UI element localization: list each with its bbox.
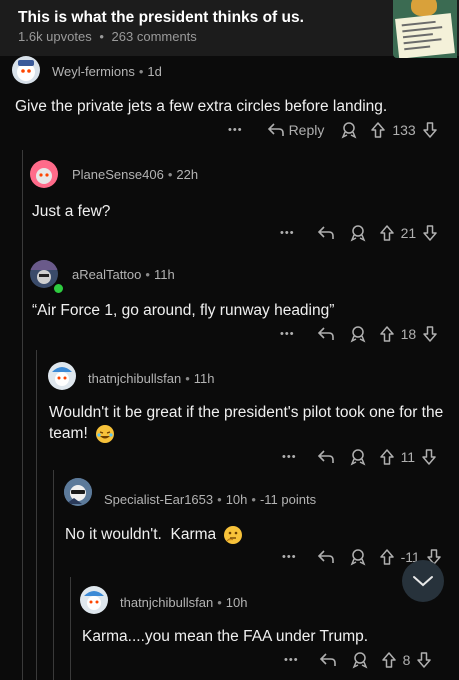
downvote-icon[interactable] <box>421 449 437 465</box>
comment-time: 1d <box>147 64 162 79</box>
more-options-icon[interactable]: ••• <box>282 451 297 463</box>
meta-separator: • <box>185 371 190 386</box>
avatar[interactable] <box>48 362 76 390</box>
comment-body: Give the private jets a few extra circle… <box>15 98 388 115</box>
thumbnail-paper <box>395 13 455 58</box>
comment-author[interactable]: PlaneSense406 <box>72 167 164 182</box>
comment-author[interactable]: Specialist-Ear1653 <box>104 492 213 507</box>
comment-meta: aRealTattoo • 11h <box>72 267 175 282</box>
comment-count: 263 comments <box>111 29 197 44</box>
meta-separator: • <box>217 595 222 610</box>
award-icon[interactable] <box>340 121 358 139</box>
laughing-emoji-icon <box>96 424 115 443</box>
reply-icon[interactable] <box>317 450 335 464</box>
comment-author[interactable]: thatnjchibullsfan <box>88 371 181 386</box>
reply-icon[interactable] <box>319 653 337 667</box>
upvote-icon[interactable] <box>381 652 397 668</box>
comment-body: Just a few? <box>32 203 111 220</box>
thread-line[interactable] <box>53 470 54 680</box>
post-header[interactable]: This is what the president thinks of us.… <box>0 0 459 58</box>
comment-actions: ••• 8 <box>284 650 432 670</box>
comment-body: Karma....you mean the FAA under Trump. <box>82 628 369 645</box>
comment-body: No it wouldn't. Karma <box>65 524 445 545</box>
comment-time: 11h <box>153 267 175 282</box>
meta-separator: • <box>99 29 104 44</box>
comment-meta: PlaneSense406 • 22h <box>72 167 198 182</box>
vote-count: 21 <box>400 225 417 241</box>
thumbnail-figure <box>411 0 437 16</box>
comment-actions: ••• 21 <box>280 223 438 243</box>
downvote-icon[interactable] <box>422 225 438 241</box>
avatar[interactable] <box>80 586 108 614</box>
comment-meta: thatnjchibullsfan • 10h <box>120 595 248 610</box>
comment-time: 22h <box>176 167 199 182</box>
vote-count: 8 <box>402 652 411 668</box>
upvote-icon[interactable] <box>370 122 386 138</box>
comment-author[interactable]: aRealTattoo <box>72 267 141 282</box>
comment-meta: Weyl-fermions • 1d <box>52 64 162 79</box>
upvote-icon[interactable] <box>379 326 395 342</box>
meta-separator: • <box>251 492 256 507</box>
comment-time: 11h <box>193 371 215 386</box>
comment-body: Wouldn't it be great if the president's … <box>49 402 449 444</box>
avatar[interactable] <box>30 160 58 188</box>
comment-body: “Air Force 1, go around, fly runway head… <box>32 302 335 319</box>
downvote-icon[interactable] <box>422 122 438 138</box>
more-options-icon[interactable]: ••• <box>228 124 243 136</box>
award-icon[interactable] <box>351 651 369 669</box>
meta-separator: • <box>145 267 150 282</box>
meta-separator: • <box>167 167 173 182</box>
reply-icon[interactable] <box>317 550 335 564</box>
downvote-icon[interactable] <box>416 652 432 668</box>
avatar[interactable] <box>64 478 92 506</box>
thread-line[interactable] <box>36 350 37 680</box>
award-icon[interactable] <box>349 224 367 242</box>
reply-icon[interactable] <box>317 327 335 341</box>
comment-author[interactable]: Weyl-fermions <box>52 64 135 79</box>
award-icon[interactable] <box>349 448 367 466</box>
reply-icon[interactable] <box>267 123 285 137</box>
upvote-count: 1.6k upvotes <box>18 29 92 44</box>
comment-actions: ••• Reply 133 <box>228 120 438 140</box>
vote-count: 18 <box>400 326 417 342</box>
post-thumbnail[interactable] <box>393 0 457 58</box>
award-icon[interactable] <box>349 325 367 343</box>
upvote-icon[interactable] <box>379 549 395 565</box>
more-options-icon[interactable]: ••• <box>284 654 299 666</box>
comment-meta: Specialist-Ear1653 • 10h • -11 points <box>104 492 316 507</box>
thread-line[interactable] <box>22 150 23 680</box>
award-icon[interactable] <box>349 548 367 566</box>
scroll-down-button[interactable] <box>402 560 444 602</box>
chevron-down-icon <box>412 575 434 587</box>
comment-points: -11 points <box>259 492 317 507</box>
reply-button[interactable]: Reply <box>289 122 325 138</box>
online-indicator <box>52 282 65 295</box>
upvote-icon[interactable] <box>379 449 395 465</box>
upvote-icon[interactable] <box>379 225 395 241</box>
avatar[interactable] <box>12 56 40 84</box>
more-options-icon[interactable]: ••• <box>282 551 297 563</box>
comment-time: 10h <box>225 492 248 507</box>
more-options-icon[interactable]: ••• <box>280 227 295 239</box>
vote-count: 11 <box>400 449 416 465</box>
reply-icon[interactable] <box>317 226 335 240</box>
comment-author[interactable]: thatnjchibullsfan <box>120 595 213 610</box>
thread-line[interactable] <box>70 577 71 680</box>
more-options-icon[interactable]: ••• <box>280 328 295 340</box>
comment-time: 10h <box>225 595 248 610</box>
comment-actions: ••• 18 <box>280 324 438 344</box>
thinking-emoji-icon <box>224 525 243 544</box>
post-meta: 1.6k upvotes • 263 comments <box>18 29 197 44</box>
post-title[interactable]: This is what the president thinks of us. <box>18 9 304 27</box>
downvote-icon[interactable] <box>422 326 438 342</box>
vote-count: 133 <box>392 122 416 138</box>
meta-separator: • <box>217 492 222 507</box>
comment-text: No it wouldn't. Karma <box>65 526 217 543</box>
comment-meta: thatnjchibullsfan • 11h <box>88 371 215 386</box>
comment-actions: ••• 11 <box>282 447 437 467</box>
meta-separator: • <box>138 64 144 79</box>
